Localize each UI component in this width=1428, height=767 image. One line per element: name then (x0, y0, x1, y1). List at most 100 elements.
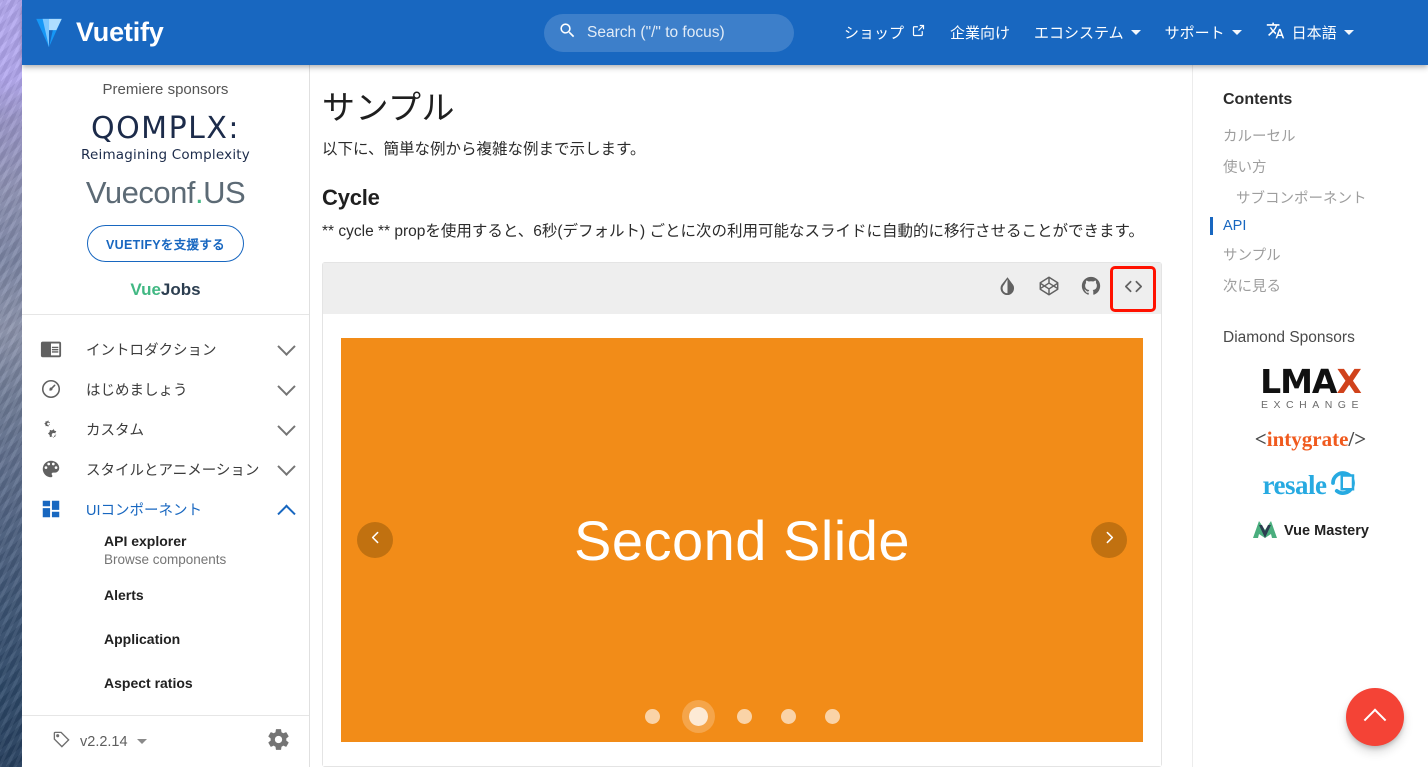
premiere-sponsors-block: Premiere sponsors QOMPLX: Reimagining Co… (22, 65, 309, 323)
table-of-contents: Contents カルーセル 使い方 サブコンポーネント API サンプル 次に… (1192, 65, 1428, 767)
toc-link-api[interactable]: API (1210, 213, 1412, 239)
scroll-to-top-button[interactable] (1346, 688, 1404, 746)
toc-link-subcomponents[interactable]: サブコンポーネント (1223, 182, 1412, 213)
chevron-up-icon (1363, 708, 1387, 732)
qomplx-tagline: Reimagining Complexity (81, 147, 250, 163)
vueconf-dot: . (194, 175, 204, 210)
code-tags-icon (1122, 275, 1145, 303)
nav-item-language[interactable]: 日本語 (1254, 0, 1366, 65)
toc-link-examples[interactable]: サンプル (1223, 239, 1412, 270)
nav-item-shop[interactable]: ショップ (832, 0, 938, 65)
section-paragraph: ** cycle ** propを使用すると、6秒(デフォルト) ごとに次の利用… (322, 223, 1144, 241)
speedometer-icon (40, 378, 68, 400)
drawer-scroll-area[interactable]: Premiere sponsors QOMPLX: Reimagining Co… (22, 65, 309, 715)
toc-link-usage[interactable]: 使い方 (1223, 151, 1412, 182)
sidebar-item-aspect-ratios[interactable]: Aspect ratios (22, 661, 309, 705)
sidebar-item-styles-animations[interactable]: スタイルとアニメーション (22, 449, 309, 489)
version-selector[interactable]: v2.2.14 (52, 730, 147, 753)
sponsor-logo-vuemastery[interactable]: Vue Mastery (1252, 519, 1369, 544)
carousel-dot[interactable] (644, 709, 660, 725)
sidebar-item-ui-components[interactable]: UIコンポーネント (22, 489, 309, 529)
intygrate-close: /> (1348, 426, 1367, 451)
sidebar-item-customization-label: カスタム (86, 422, 144, 439)
translate-icon (1266, 21, 1285, 44)
diamond-sponsor-logos: LMAX EXCHANGE <intygrate/> resale Vue Ma… (1223, 351, 1412, 544)
sidebar-item-ui-components-label: UIコンポーネント (86, 502, 202, 519)
brand-home-link[interactable]: Vuetify (32, 15, 164, 51)
sidebar-item-application-label: Application (104, 631, 181, 647)
nav-item-language-label: 日本語 (1291, 25, 1337, 42)
vuemastery-text: Vue Mastery (1284, 523, 1369, 539)
toc-link-carousel[interactable]: カルーセル (1223, 120, 1412, 151)
app-bar: Vuetify Search ("/" to focus) ショップ 企業向け (22, 0, 1428, 65)
sponsor-logo-resale[interactable]: resale (1263, 468, 1359, 503)
settings-button[interactable] (266, 727, 291, 757)
example-body: Second Slide (323, 314, 1161, 767)
qomplx-name: QOMPLX: (90, 111, 241, 146)
sponsor-logo-qomplx[interactable]: QOMPLX: Reimagining Complexity (22, 111, 309, 164)
sidebar-item-alerts[interactable]: Alerts (22, 573, 309, 617)
sidebar-item-application[interactable]: Application (22, 617, 309, 661)
intygrate-mid: intygrate (1266, 426, 1349, 451)
page-title: サンプル (322, 89, 456, 126)
drawer-footer: v2.2.14 (22, 715, 309, 767)
sponsor-logo-lmax[interactable]: LMAX EXCHANGE (1257, 365, 1364, 411)
code-tags-icon-button[interactable] (1110, 265, 1156, 312)
nav-item-ecosystem[interactable]: エコシステム (1022, 0, 1153, 65)
carousel-prev-button[interactable] (357, 522, 393, 559)
vuetify-logo-icon (32, 15, 66, 51)
version-label: v2.2.14 (80, 733, 128, 750)
sidebar-item-introduction[interactable]: イントロダクション (22, 329, 309, 369)
sidebar-item-styles-animations-label: スタイルとアニメーション (86, 462, 260, 479)
sidebar-item-api-explorer[interactable]: API explorer Browse components (22, 529, 309, 573)
search-icon (558, 21, 577, 45)
toc-title: Contents (1223, 91, 1293, 108)
view-dashboard-icon (40, 498, 68, 520)
nav-item-support-label: サポート (1164, 25, 1225, 42)
carousel[interactable]: Second Slide (341, 338, 1143, 743)
codepen-icon-button[interactable] (1028, 268, 1070, 310)
vuejobs-a: Vue (130, 280, 161, 299)
chevron-up-icon (277, 504, 296, 523)
carousel-dot-active[interactable] (688, 707, 708, 727)
sidebar-item-getting-started-label: はじめましょう (86, 382, 188, 399)
example-card: Second Slide (322, 262, 1162, 767)
sponsor-logo-intygrate[interactable]: <intygrate/> (1255, 427, 1366, 452)
github-icon (1080, 275, 1102, 302)
carousel-dot[interactable] (824, 709, 840, 725)
invert-colors-icon-button[interactable] (986, 268, 1028, 310)
carousel-next-button[interactable] (1091, 522, 1127, 559)
search-input[interactable]: Search ("/" to focus) (544, 14, 794, 52)
page-root: Vuetify Search ("/" to focus) ショップ 企業向け (0, 0, 1428, 767)
toc-link-up-next[interactable]: 次に見る (1223, 270, 1412, 301)
carousel-dot[interactable] (780, 709, 796, 725)
lmax-word: LMA (1260, 362, 1337, 401)
main-content: サンプル 以下に、簡単な例から複雑な例まで示します。 Cycle ** cycl… (310, 65, 1192, 767)
sponsor-logo-vueconf[interactable]: Vueconf.US (22, 175, 309, 211)
github-icon-button[interactable] (1070, 268, 1112, 310)
sponsor-logo-vuejobs[interactable]: VueJobs (22, 280, 309, 300)
palette-icon (40, 458, 68, 480)
background-wallpaper (0, 0, 22, 767)
lmax-accent: X (1336, 362, 1361, 401)
tag-icon (52, 730, 71, 753)
sidebar-item-customization[interactable]: カスタム (22, 409, 309, 449)
nav-item-ecosystem-label: エコシステム (1034, 25, 1124, 42)
sidebar-item-alerts-label: Alerts (104, 587, 144, 603)
sidebar-item-api-explorer-title: API explorer (104, 533, 187, 550)
premiere-sponsors-title: Premiere sponsors (102, 81, 229, 98)
codepen-icon (1038, 275, 1060, 302)
nav-item-support[interactable]: サポート (1153, 0, 1254, 65)
search-placeholder: Search ("/" to focus) (587, 24, 725, 41)
sidebar-item-getting-started[interactable]: はじめましょう (22, 369, 309, 409)
nav-item-enterprise[interactable]: 企業向け (938, 0, 1022, 65)
carousel-slide-title: Second Slide (573, 508, 910, 572)
drawer-divider (22, 314, 309, 315)
section-heading-cycle: Cycle (322, 185, 380, 211)
diamond-sponsors-title: Diamond Sponsors (1223, 329, 1355, 346)
chevron-down-icon (277, 376, 296, 396)
carousel-dot[interactable] (736, 709, 752, 725)
gear-icon (266, 728, 291, 756)
chevron-down-icon (1130, 30, 1141, 35)
support-vuetify-button[interactable]: VUETIFYを支援する (87, 225, 244, 262)
